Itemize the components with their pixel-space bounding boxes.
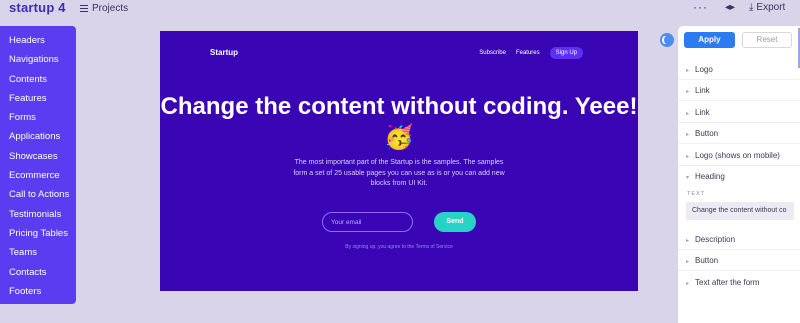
chevron-right-icon: ▸	[686, 111, 690, 117]
panel-item-link[interactable]: ▸ Link	[678, 80, 800, 101]
heading-text-field[interactable]: Change the content without co	[686, 202, 794, 220]
preview-signup-button[interactable]: Sign Up	[549, 47, 583, 59]
sidebar-item-call-to-actions[interactable]: Call to Actions	[0, 189, 76, 208]
block-category-sidebar: Headers Navigations Contents Features Fo…	[0, 26, 76, 304]
sidebar-item-pricing-tables[interactable]: Pricing Tables	[0, 228, 76, 247]
app-title: startup 4	[9, 0, 66, 15]
preview-heading[interactable]: Change the content without coding. Yeee!…	[160, 91, 638, 153]
sidebar-item-applications[interactable]: Applications	[0, 131, 76, 150]
sidebar-item-footers[interactable]: Footers	[0, 286, 76, 305]
block-settings-panel: Apply Reset ▸ Logo ▸ Link ▸ Link ▸ Button ▸ L…	[678, 26, 800, 323]
chevron-right-icon: ▸	[686, 238, 690, 244]
chevron-right-icon: ▸	[686, 132, 690, 138]
panel-item-link-2[interactable]: ▸ Link	[678, 102, 800, 123]
panel-item-logo-mobile[interactable]: ▸ Logo (shows on mobile)	[678, 145, 800, 166]
panel-item-label: Button	[695, 256, 719, 265]
preview-logo[interactable]: Startup	[210, 48, 238, 57]
apply-button[interactable]: Apply	[684, 32, 735, 48]
download-icon: ⤓	[749, 2, 754, 13]
more-options-icon[interactable]: ···	[693, 0, 708, 14]
export-label: Export	[756, 2, 786, 13]
top-bar: startup 4 Projects ··· ◂▸ ⤓ Export	[0, 0, 800, 18]
menu-icon	[80, 5, 88, 12]
sidebar-item-headers[interactable]: Headers	[0, 35, 76, 54]
chevron-right-icon: ▸	[686, 89, 690, 95]
chevron-down-icon: ▾	[686, 175, 690, 181]
preview-email-input[interactable]: Your email	[322, 212, 413, 232]
sidebar-item-contacts[interactable]: Contacts	[0, 267, 76, 286]
chevron-right-icon: ▸	[686, 68, 690, 74]
sidebar-item-ecommerce[interactable]: Ecommerce	[0, 170, 76, 189]
preview-description[interactable]: The most important part of the Startup i…	[290, 158, 508, 190]
panel-item-logo[interactable]: ▸ Logo	[678, 59, 800, 80]
panel-item-label: Link	[695, 108, 710, 117]
code-view-icon[interactable]: ◂▸	[725, 2, 735, 13]
sidebar-item-contents[interactable]: Contents	[0, 74, 76, 93]
panel-item-heading[interactable]: ▾ Heading	[678, 166, 800, 187]
sidebar-item-features[interactable]: Features	[0, 93, 76, 112]
reset-button[interactable]: Reset	[742, 32, 792, 48]
panel-item-label: Logo	[695, 65, 713, 74]
panel-item-label: Logo (shows on mobile)	[695, 151, 780, 160]
panel-item-button-2[interactable]: ▸ Button	[678, 250, 800, 271]
panel-item-label: Text after the form	[695, 278, 760, 287]
panel-item-label: Description	[695, 235, 736, 244]
sidebar-item-navigations[interactable]: Navigations	[0, 54, 76, 73]
sidebar-item-testimonials[interactable]: Testimonials	[0, 209, 76, 228]
heading-text-label: TEXT	[687, 191, 706, 197]
preview-nav-subscribe[interactable]: Subscribe	[479, 50, 506, 56]
export-button[interactable]: ⤓ Export	[749, 2, 785, 13]
chevron-right-icon: ▸	[686, 154, 690, 160]
sidebar-item-showcases[interactable]: Showcases	[0, 151, 76, 170]
panel-item-label: Link	[695, 86, 710, 95]
chevron-right-icon: ▸	[686, 281, 690, 287]
panel-item-button[interactable]: ▸ Button	[678, 123, 800, 144]
preview-nav-features[interactable]: Features	[516, 50, 540, 56]
projects-label: Projects	[92, 3, 129, 14]
panel-item-description[interactable]: ▸ Description	[678, 229, 800, 250]
preview-send-button[interactable]: Send	[434, 212, 476, 232]
panel-item-label: Button	[695, 129, 719, 138]
panel-item-label: Heading	[695, 172, 725, 181]
panel-item-text-after-form[interactable]: ▸ Text after the form	[678, 272, 800, 293]
block-preview[interactable]: Startup Subscribe Features Sign Up Chang…	[160, 31, 638, 291]
preview-terms-note[interactable]: By signing up, you agree to the Terms of…	[160, 244, 638, 250]
projects-menu[interactable]: Projects	[80, 3, 128, 14]
theme-toggle-icon[interactable]	[660, 33, 674, 47]
chevron-right-icon: ▸	[686, 259, 690, 265]
sidebar-item-forms[interactable]: Forms	[0, 112, 76, 131]
sidebar-item-teams[interactable]: Teams	[0, 247, 76, 266]
preview-nav: Subscribe Features Sign Up	[479, 47, 583, 59]
